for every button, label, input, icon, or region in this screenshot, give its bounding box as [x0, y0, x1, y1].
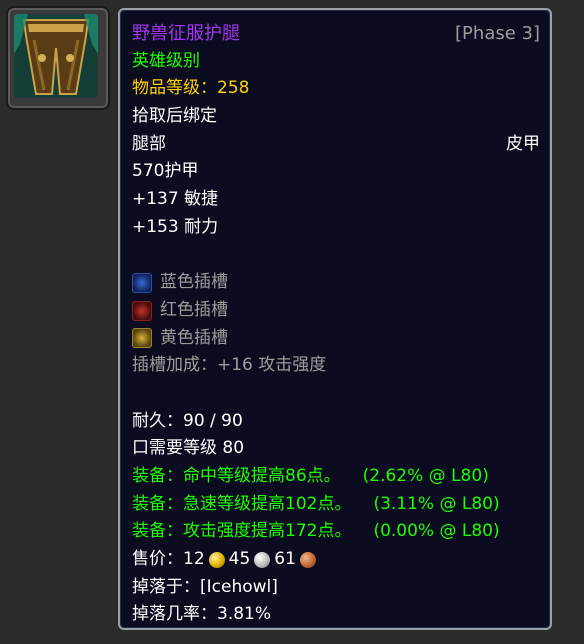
- socket-yellow: 黄色插槽: [132, 325, 540, 353]
- item-level-label: 物品等级：: [132, 78, 217, 99]
- gold-coin-icon: [208, 551, 225, 568]
- equip-effect-attack-power: 装备：攻击强度提高172点。 (0.00% @ L80): [132, 521, 500, 542]
- required-level: 口需要等级 80: [132, 438, 245, 459]
- item-tooltip: 野兽征服护腿 [Phase 3] 英雄级别 物品等级： 258 拾取后绑定 腿部 …: [118, 8, 552, 630]
- copper-amount: 61: [274, 546, 320, 574]
- socket-red: 红色插槽: [132, 297, 540, 325]
- equip-effect-haste: 装备：急速等级提高102点。 (3.11% @ L80): [132, 493, 500, 514]
- bind-label: 拾取后绑定: [132, 106, 217, 127]
- armor-type-label: 皮甲: [506, 133, 540, 154]
- red-socket-icon: [132, 300, 152, 321]
- sell-price-label: 售价：: [132, 549, 183, 570]
- quality-label: 英雄级别: [132, 50, 200, 71]
- socket-bonus: 插槽加成：+16 攻击强度: [132, 355, 327, 376]
- item-level-value: 258: [217, 78, 250, 99]
- socket-blue: 蓝色插槽: [132, 269, 540, 297]
- armor-value: 570护甲: [132, 161, 199, 182]
- drop-source[interactable]: 掉落于：[Icehowl]: [132, 574, 540, 602]
- phase-label: [Phase 3]: [455, 23, 540, 44]
- item-name[interactable]: 野兽征服护腿: [132, 20, 240, 48]
- title-row: 野兽征服护腿 [Phase 3]: [132, 20, 540, 48]
- stat-agility: +137 敏捷: [132, 189, 219, 210]
- slot-label: 腿部: [132, 133, 166, 154]
- silver-amount: 45: [229, 546, 275, 574]
- leg-armor-icon[interactable]: [14, 14, 98, 98]
- stat-stamina: +153 耐力: [132, 216, 219, 237]
- blue-socket-icon: [132, 273, 152, 294]
- drop-rate: 掉落几率：3.81%: [132, 604, 272, 625]
- slot-row: 腿部 皮甲: [132, 131, 540, 159]
- gold-amount: 12: [183, 546, 229, 574]
- equip-effect-hit: 装备：命中等级提高86点。 (2.62% @ L80): [132, 466, 489, 486]
- silver-coin-icon: [254, 551, 271, 568]
- sell-price: 售价： 12 45 61: [132, 546, 540, 574]
- durability: 耐久：90 / 90: [132, 410, 243, 431]
- yellow-socket-icon: [132, 328, 152, 349]
- copper-coin-icon: [299, 551, 316, 568]
- item-level-row: 物品等级： 258: [132, 75, 540, 103]
